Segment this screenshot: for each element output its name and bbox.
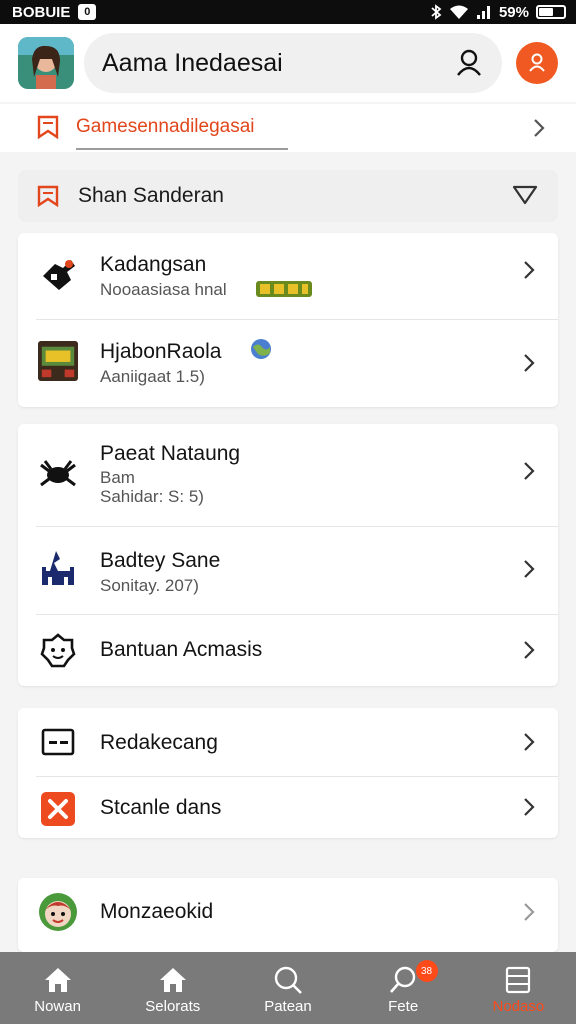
- item-title: Redakecang: [100, 731, 218, 754]
- signal-icon: [476, 6, 490, 19]
- section-title: Shan Sanderan: [78, 184, 224, 207]
- chevron-right-icon[interactable]: [522, 461, 536, 481]
- battery-icon: [536, 5, 566, 19]
- wifi-icon: [449, 5, 468, 19]
- chevron-right-icon[interactable]: [522, 260, 536, 280]
- castle-icon: [38, 548, 78, 588]
- item-title: Stcanle dans: [100, 796, 222, 819]
- profile-button[interactable]: [516, 42, 558, 84]
- nav-label: Nodaso: [492, 998, 545, 1015]
- crab-icon: [38, 454, 78, 494]
- chevron-right-icon[interactable]: [522, 902, 536, 922]
- menu-card-2: Paeat Nataung Bam Sahidar: S: 5) Badtey …: [18, 424, 558, 686]
- tab-underline: [76, 148, 288, 150]
- menu-card-4: Monzaeokid: [18, 878, 558, 952]
- status-left: BOBUIE 0: [12, 3, 97, 21]
- game-controller-icon: [38, 255, 78, 295]
- list-item-monzaeokid[interactable]: Monzaeokid: [18, 878, 558, 952]
- item-title: Monzaeokid: [100, 900, 214, 923]
- item-title: Kadangsan: [100, 253, 207, 276]
- list-icon: [505, 964, 531, 996]
- list-item-hjabonraola[interactable]: HjabonRaola Aaniigaat 1.5): [18, 319, 558, 407]
- profile-icon: [529, 53, 545, 72]
- app-header: Aama Inedaesai: [0, 24, 576, 102]
- battery-text: 59%: [498, 3, 529, 21]
- breadcrumb[interactable]: Gamesennadilegasai: [0, 104, 576, 152]
- nav-label: Patean: [264, 998, 312, 1015]
- nav-item-selorats[interactable]: Selorats: [115, 952, 230, 1024]
- notification-glyph: 0: [84, 6, 91, 18]
- bookmark-icon: [37, 115, 59, 140]
- chevron-right-icon[interactable]: [522, 559, 536, 579]
- item-title: HjabonRaola: [100, 340, 222, 363]
- list-item-badtey-sane[interactable]: Badtey Sane Sonitay. 207): [18, 526, 558, 614]
- home-icon: [158, 964, 188, 996]
- close-box-icon: [38, 789, 78, 829]
- nav-label: Fete: [388, 998, 419, 1015]
- breadcrumb-label: Gamesennadilegasai: [76, 116, 255, 137]
- nav-label: Nowan: [34, 998, 81, 1015]
- nav-label: Selorats: [145, 998, 201, 1015]
- status-left-text: BOBUIE: [12, 3, 71, 21]
- chevron-right-icon[interactable]: [522, 640, 536, 660]
- item-subtitle: Sonitay. 207): [100, 576, 199, 595]
- list-item-bantuan-acmasis[interactable]: Bantuan Acmasis: [18, 614, 558, 686]
- notification-badge: 38: [415, 960, 438, 982]
- bookmark-icon: [37, 185, 59, 208]
- notification-icon: 0: [78, 4, 97, 20]
- search-icon[interactable]: [454, 48, 484, 78]
- bluetooth-icon: [431, 4, 442, 20]
- chevron-down-icon[interactable]: [512, 184, 538, 206]
- chevron-right-icon[interactable]: [522, 732, 536, 752]
- nav-item-patean[interactable]: Patean: [230, 952, 345, 1024]
- menu-card-1: Kadangsan Nooaasiasa hnal HjabonRaola Aa…: [18, 233, 558, 407]
- item-subtitle-2: Sahidar: S: 5): [100, 487, 204, 506]
- chevron-right-icon[interactable]: [522, 797, 536, 817]
- card-icon: [38, 722, 78, 762]
- status-bar: BOBUIE 0 59%: [0, 0, 576, 24]
- search-bar[interactable]: Aama Inedaesai: [84, 33, 503, 93]
- search-text: Aama Inedaesai: [102, 48, 283, 77]
- item-title: Bantuan Acmasis: [100, 638, 263, 661]
- list-item-kadangsan[interactable]: Kadangsan Nooaasiasa hnal: [18, 233, 558, 319]
- list-item-redakecang[interactable]: Redakecang: [18, 708, 558, 776]
- home-icon: [43, 964, 73, 996]
- chevron-right-icon[interactable]: [522, 353, 536, 373]
- bottom-nav: Nowan Selorats Patean Fete 38 Nodaso: [0, 952, 576, 1024]
- help-icon: [38, 630, 78, 670]
- nav-item-nowan[interactable]: Nowan: [0, 952, 115, 1024]
- item-subtitle: Bam: [100, 468, 135, 487]
- status-right: 59%: [430, 4, 566, 21]
- avatar[interactable]: [18, 37, 74, 89]
- battery-fill: [539, 8, 554, 16]
- avatar-image: [18, 37, 74, 89]
- item-title: Paeat Nataung: [100, 442, 241, 465]
- search-icon: [273, 964, 303, 996]
- item-subtitle: Nooaasiasa hnal: [100, 280, 227, 299]
- list-item-paeat-nataung[interactable]: Paeat Nataung Bam Sahidar: S: 5): [18, 424, 558, 526]
- section-header[interactable]: Shan Sanderan: [18, 170, 558, 222]
- search-icon: [388, 964, 418, 996]
- chevron-right-icon[interactable]: [532, 118, 546, 138]
- menu-card-3: Redakecang Stcanle dans: [18, 708, 558, 838]
- badge-icon: [256, 281, 312, 297]
- item-subtitle: Aaniigaat 1.5): [100, 367, 205, 386]
- kid-avatar-icon: [38, 892, 78, 932]
- globe-icon: [251, 339, 271, 359]
- nav-item-fete[interactable]: Fete 38: [346, 952, 461, 1024]
- item-title: Badtey Sane: [100, 549, 221, 572]
- nav-item-nodaso[interactable]: Nodaso: [461, 952, 576, 1024]
- list-item-stcanle-dans[interactable]: Stcanle dans: [18, 776, 558, 838]
- arcade-icon: [38, 341, 78, 381]
